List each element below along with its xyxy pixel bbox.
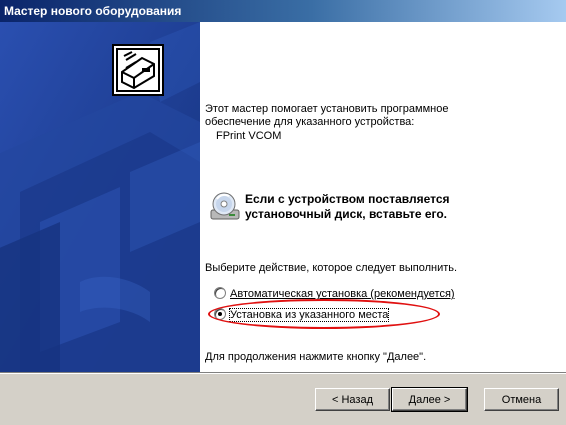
disk-hint-line-1: Если с устройством поставляется	[245, 192, 450, 206]
option-from-location-label: Установка из указанного места	[228, 308, 390, 322]
next-button[interactable]: Далее >	[391, 387, 468, 412]
wizard-side-banner	[0, 22, 200, 372]
disk-hint-line-2: установочный диск, вставьте его.	[245, 207, 448, 221]
hardware-wizard-icon	[112, 44, 164, 96]
hardware-wizard-window: Мастер нового оборудования Этот мастер п…	[0, 0, 566, 425]
option-automatic-install[interactable]: Автоматическая установка (рекомендуется)	[214, 287, 455, 301]
continue-hint: Для продолжения нажмите кнопку "Далее".	[205, 351, 427, 363]
intro-text-line-1: Этот мастер помогает установить программ…	[205, 103, 449, 115]
intro-text-line-2: обеспечение для указанного устройства:	[205, 116, 415, 128]
wizard-banner-art	[0, 22, 200, 372]
radio-automatic[interactable]	[214, 287, 226, 299]
cd-disk-icon	[209, 190, 241, 222]
title-bar[interactable]: Мастер нового оборудования	[0, 0, 566, 22]
radio-from-location[interactable]	[214, 308, 226, 320]
option-install-from-location[interactable]: Установка из указанного места	[214, 308, 390, 322]
device-name: FPrint VCOM	[216, 130, 282, 142]
option-automatic-label: Автоматическая установка (рекомендуется)	[230, 288, 455, 300]
cancel-button[interactable]: Отмена	[484, 388, 559, 411]
window-title: Мастер нового оборудования	[4, 4, 182, 18]
button-bar: < Назад Далее > Отмена	[0, 372, 566, 425]
back-button[interactable]: < Назад	[315, 388, 390, 411]
choose-action-prompt: Выберите действие, которое следует выпол…	[205, 262, 458, 274]
